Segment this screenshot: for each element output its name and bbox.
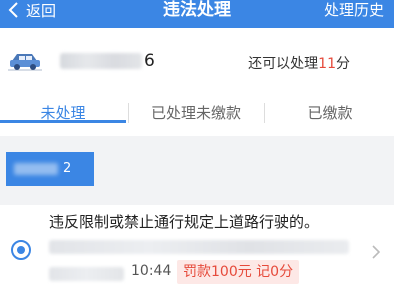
tag-redacted — [14, 163, 58, 175]
violation-time: 10:44 — [131, 263, 172, 279]
tag-suffix: 2 — [63, 161, 72, 176]
tab-paid[interactable]: 已缴款 — [266, 91, 394, 136]
tab-divider — [128, 103, 129, 123]
top-nav-bar: 返回 违法处理 处理历史 — [0, 0, 394, 28]
location-redacted — [49, 240, 349, 254]
tab-unprocessed[interactable]: 未处理 — [0, 91, 126, 136]
violation-item[interactable]: 违反限制或禁止通行规定上道路行驶的。 10:44 罚款100元 记0分 — [0, 205, 394, 295]
status-tabs: 未处理 已处理未缴款 已缴款 — [0, 91, 394, 136]
chevron-right-icon — [372, 245, 380, 259]
date-redacted — [49, 267, 124, 281]
group-tag: 2 — [6, 152, 94, 186]
penalty-badge: 罚款100元 记0分 — [177, 260, 300, 284]
tab-divider — [264, 103, 265, 123]
active-tab-indicator — [0, 120, 126, 123]
violation-reason: 违反限制或禁止通行规定上道路行驶的。 — [49, 213, 320, 231]
plate-suffix: 6 — [144, 51, 155, 71]
select-radio[interactable] — [11, 240, 31, 260]
remaining-prefix: 还可以处理 — [248, 56, 319, 72]
remaining-count: 11 — [318, 56, 336, 72]
plate-redacted — [60, 53, 142, 69]
remaining-points: 还可以处理11分 — [248, 53, 350, 73]
tab-processed-unpaid[interactable]: 已处理未缴款 — [130, 91, 262, 136]
car-icon — [8, 54, 42, 71]
vehicle-info: 6 还可以处理11分 — [0, 28, 394, 91]
history-button[interactable]: 处理历史 — [324, 0, 384, 20]
plate-number: 6 — [60, 50, 155, 72]
remaining-suffix: 分 — [336, 56, 350, 72]
